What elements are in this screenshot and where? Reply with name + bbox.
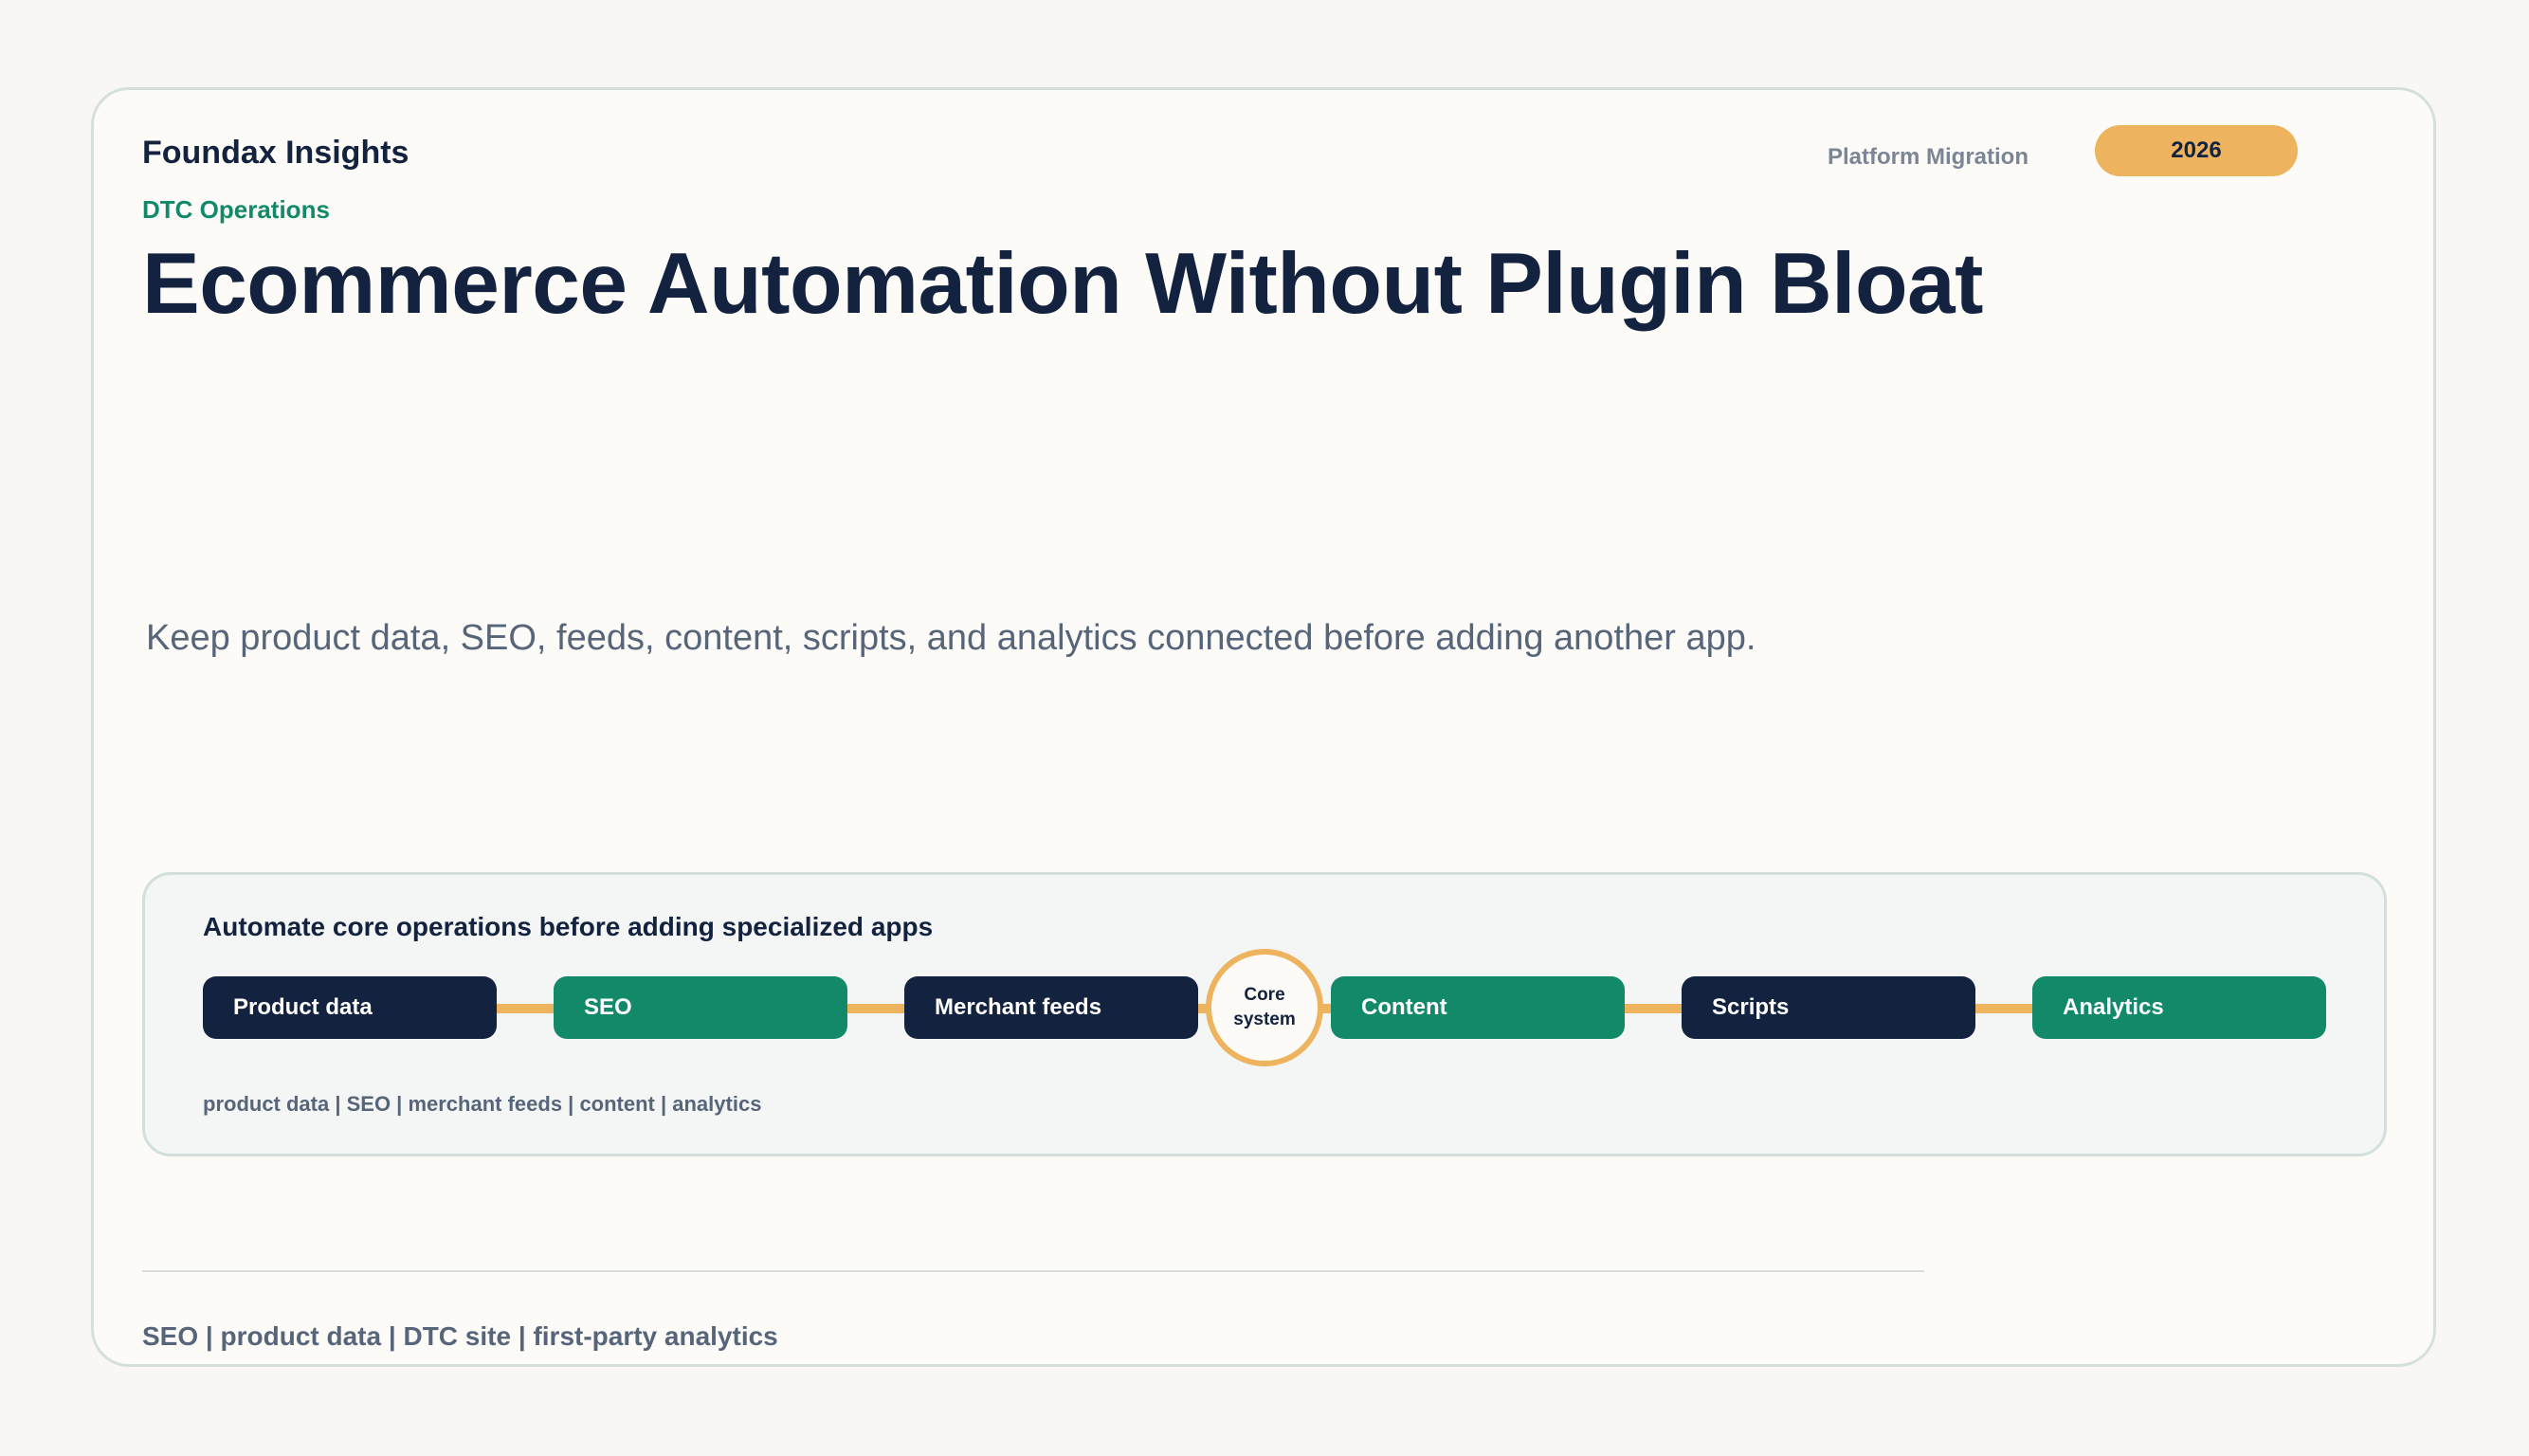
connector-line [493,1004,561,1013]
connector-line [1972,1004,2040,1013]
brand-name: Foundax Insights [142,135,409,171]
category-label: DTC Operations [142,195,330,224]
topic-label: Platform Migration [1828,144,2029,170]
core-system-node: Core system [1206,949,1323,1066]
year-badge: 2026 [2095,125,2298,176]
page-subtitle: Keep product data, SEO, feeds, content, … [146,618,1756,658]
flow-node-seo: SEO [554,976,847,1039]
footer-divider [142,1270,1924,1272]
flow-node-analytics: Analytics [2032,976,2326,1039]
diagram-tags: product data | SEO | merchant feeds | co… [203,1092,762,1116]
flow-node-content: Content [1331,976,1625,1039]
flow-node-scripts: Scripts [1682,976,1975,1039]
diagram-heading: Automate core operations before adding s… [203,912,934,941]
footer-tags: SEO | product data | DTC site | first-pa… [142,1321,778,1351]
flow-node-product-data: Product data [203,976,497,1039]
connector-line [844,1004,912,1013]
page-title: Ecommerce Automation Without Plugin Bloa… [142,236,1983,332]
connector-line [1621,1004,1689,1013]
flow-node-merchant-feeds: Merchant feeds [904,976,1198,1039]
